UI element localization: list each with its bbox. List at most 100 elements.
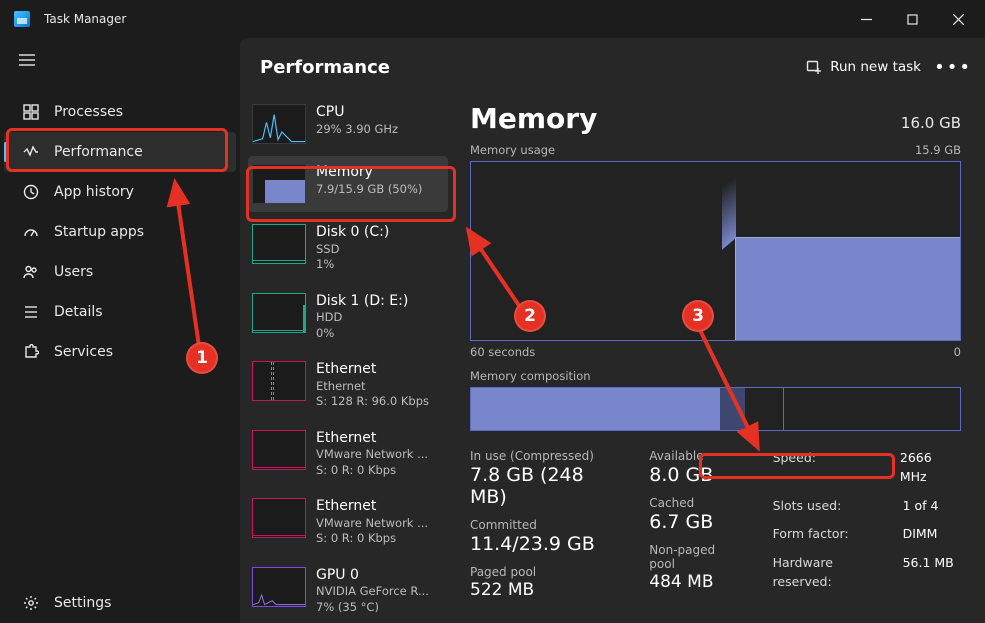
axis-right: 0 [954, 345, 961, 359]
comp-standby [745, 388, 784, 430]
comp-free [784, 388, 960, 430]
perf-item-name: Memory [316, 164, 422, 182]
memory-thumbnail [252, 164, 306, 204]
perf-item-cpu[interactable]: CPU 29% 3.90 GHz [248, 96, 448, 152]
puzzle-icon [22, 343, 40, 361]
usage-max: 15.9 GB [915, 143, 961, 157]
run-task-icon [806, 59, 822, 75]
nonpaged-value: 484 MB [649, 572, 742, 592]
slots-label: Slots used: [773, 497, 893, 516]
sidebar-item-label: App history [54, 184, 134, 200]
sidebar-item-label: Services [54, 344, 113, 360]
composition-label: Memory composition [470, 369, 961, 383]
sidebar-item-startup-apps[interactable]: Startup apps [4, 212, 236, 252]
sidebar-item-settings[interactable]: Settings [4, 583, 236, 623]
committed-label: Committed [470, 518, 623, 532]
memory-usage-chart[interactable] [470, 161, 961, 341]
users-icon [22, 263, 40, 281]
sidebar-item-label: Details [54, 304, 103, 320]
perf-item-gpu[interactable]: GPU 0 NVIDIA GeForce R... 7% (35 °C) [248, 559, 448, 623]
hamburger-button[interactable] [6, 40, 48, 80]
speed-label: Speed: [773, 449, 890, 487]
grid-icon [22, 103, 40, 121]
memory-composition-bar[interactable] [470, 387, 961, 431]
wave-icon [22, 143, 40, 161]
ethernet-thumbnail [252, 498, 306, 538]
gauge-icon [22, 223, 40, 241]
ethernet-thumbnail [252, 430, 306, 470]
perf-item-sub: S: 128 R: 96.0 Kbps [316, 394, 429, 410]
perf-item-name: GPU 0 [316, 567, 429, 585]
sidebar-item-label: Settings [54, 595, 111, 611]
window-title: Task Manager [44, 12, 126, 26]
perf-item-sub: 29% 3.90 GHz [316, 122, 398, 138]
perf-item-sub: S: 0 R: 0 Kbps [316, 463, 428, 479]
perf-item-memory[interactable]: Memory 7.9/15.9 GB (50%) [248, 156, 448, 212]
perf-item-sub: S: 0 R: 0 Kbps [316, 531, 428, 547]
sidebar-item-label: Processes [54, 104, 123, 120]
perf-item-disk0[interactable]: Disk 0 (C:) SSD 1% [248, 216, 448, 281]
perf-item-name: Ethernet [316, 430, 428, 448]
perf-item-ethernet-1[interactable]: Ethernet Ethernet S: 128 R: 96.0 Kbps [248, 353, 448, 418]
sidebar: Processes Performance App history Startu… [0, 38, 240, 623]
comp-in-use [471, 388, 720, 430]
comp-modified [720, 388, 744, 430]
usage-label: Memory usage [470, 143, 555, 157]
slots-value: 1 of 4 [903, 497, 939, 516]
perf-item-ethernet-2[interactable]: Ethernet VMware Network ... S: 0 R: 0 Kb… [248, 422, 448, 487]
nonpaged-label: Non-paged pool [649, 543, 742, 571]
detail-pane: Memory 16.0 GB Memory usage 15.9 GB 60 s… [452, 96, 985, 623]
perf-item-name: CPU [316, 104, 398, 122]
disk-thumbnail [252, 224, 306, 264]
sidebar-item-processes[interactable]: Processes [4, 92, 236, 132]
app-icon [14, 11, 30, 27]
run-new-task-button[interactable]: Run new task [794, 53, 933, 81]
in-use-value: 7.8 GB (248 MB) [470, 464, 623, 508]
perf-item-name: Disk 1 (D: E:) [316, 293, 408, 311]
sidebar-item-services[interactable]: Services [4, 332, 236, 372]
run-task-label: Run new task [830, 59, 921, 75]
main-content: Performance Run new task ••• CPU 29% 3.9… [240, 38, 985, 623]
hwres-value: 56.1 MB [903, 554, 954, 592]
cpu-thumbnail [252, 104, 306, 144]
perf-item-sub: SSD [316, 242, 389, 258]
history-icon [22, 183, 40, 201]
sidebar-item-details[interactable]: Details [4, 292, 236, 332]
sidebar-item-users[interactable]: Users [4, 252, 236, 292]
ethernet-thumbnail [252, 361, 306, 401]
perf-item-sub: 7% (35 °C) [316, 600, 429, 616]
perf-item-sub: 0% [316, 326, 408, 342]
perf-item-name: Ethernet [316, 498, 428, 516]
title-bar: Task Manager [0, 0, 985, 38]
sidebar-item-label: Startup apps [54, 224, 144, 240]
perf-item-sub: Ethernet [316, 379, 429, 395]
gpu-thumbnail [252, 567, 306, 607]
close-button[interactable] [935, 0, 981, 38]
sidebar-item-performance[interactable]: Performance [4, 132, 236, 172]
paged-value: 522 MB [470, 580, 623, 600]
disk-thumbnail [252, 293, 306, 333]
more-button[interactable]: ••• [935, 50, 971, 84]
form-value: DIMM [903, 525, 938, 544]
minimize-button[interactable] [843, 0, 889, 38]
available-label: Available [649, 449, 742, 463]
perf-item-sub: VMware Network ... [316, 516, 428, 532]
gear-icon [22, 594, 40, 612]
hwres-label: Hardware reserved: [773, 554, 893, 592]
in-use-label: In use (Compressed) [470, 449, 623, 463]
page-title: Performance [260, 57, 390, 78]
performance-list[interactable]: CPU 29% 3.90 GHz Memory 7.9/15.9 GB (50%… [240, 96, 452, 623]
sidebar-item-label: Performance [54, 144, 143, 160]
sidebar-item-app-history[interactable]: App history [4, 172, 236, 212]
perf-item-ethernet-3[interactable]: Ethernet VMware Network ... S: 0 R: 0 Kb… [248, 490, 448, 555]
list-icon [22, 303, 40, 321]
committed-value: 11.4/23.9 GB [470, 533, 623, 555]
perf-item-disk1[interactable]: Disk 1 (D: E:) HDD 0% [248, 285, 448, 350]
maximize-button[interactable] [889, 0, 935, 38]
perf-item-sub: VMware Network ... [316, 447, 428, 463]
axis-left: 60 seconds [470, 345, 535, 359]
perf-item-sub: HDD [316, 310, 408, 326]
perf-item-name: Disk 0 (C:) [316, 224, 389, 242]
window-controls [843, 0, 981, 38]
available-value: 8.0 GB [649, 464, 742, 486]
